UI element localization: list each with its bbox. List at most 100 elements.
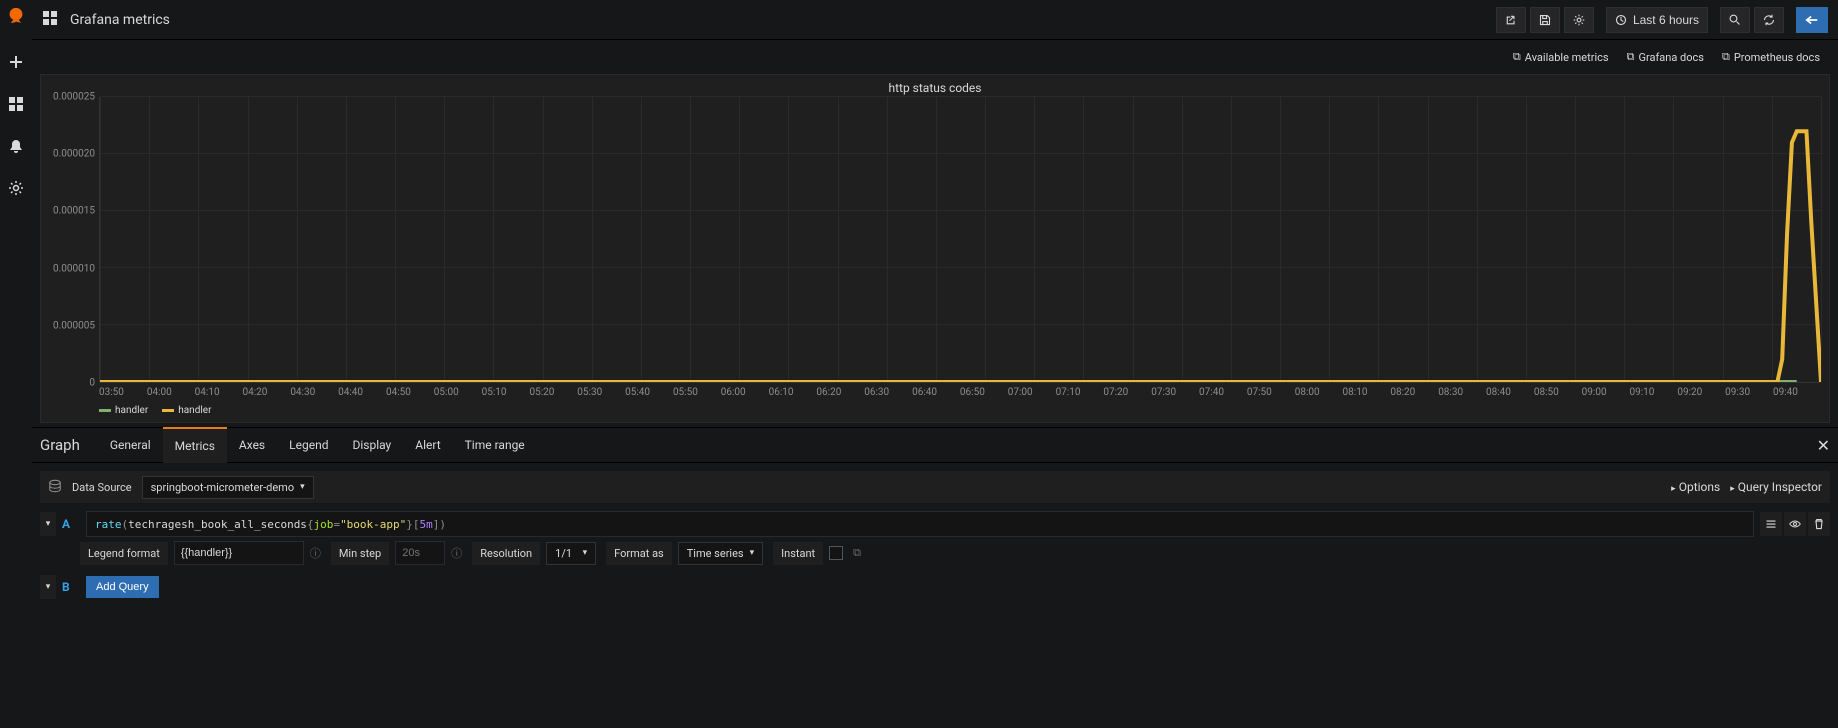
tab-alert[interactable]: Alert: [403, 427, 452, 463]
x-tick: 09:00: [1582, 387, 1630, 401]
query-inspector-button[interactable]: Query Inspector: [1730, 480, 1822, 494]
tab-general[interactable]: General: [98, 427, 163, 463]
legend-swatch: [99, 409, 111, 412]
chevron-down-icon: ▾: [300, 482, 305, 492]
settings-button[interactable]: [1564, 7, 1594, 33]
alerting-bell-icon[interactable]: [8, 138, 24, 154]
collapse-toggle[interactable]: ▾: [40, 512, 56, 536]
x-tick: 05:30: [577, 387, 625, 401]
left-sidebar: [0, 0, 32, 728]
query-row-a: ▾ A rate(techragesh_book_all_seconds{job…: [40, 511, 1830, 537]
info-icon[interactable]: ⓘ: [451, 545, 462, 561]
x-tick: 05:20: [529, 387, 577, 401]
tab-metrics[interactable]: Metrics: [163, 427, 227, 463]
chart-plot-area[interactable]: [99, 97, 1821, 383]
legend-label: handler: [178, 405, 211, 416]
x-tick: 08:30: [1438, 387, 1486, 401]
x-tick: 08:00: [1295, 387, 1343, 401]
x-tick: 07:50: [1247, 387, 1295, 401]
info-icon[interactable]: ⓘ: [310, 545, 321, 561]
available-metrics-link[interactable]: ⧉Available metrics: [1513, 50, 1609, 64]
x-tick: 04:40: [338, 387, 386, 401]
y-tick: 0.000020: [53, 149, 95, 160]
share-button[interactable]: [1496, 7, 1526, 33]
query-letter[interactable]: B: [62, 580, 80, 594]
add-query-button[interactable]: Add Query: [86, 576, 159, 598]
x-tick: 08:40: [1486, 387, 1534, 401]
query-options-row: Legend format ⓘ Min step ⓘ Resolution 1/…: [40, 541, 1830, 565]
toggle-text-edit-icon[interactable]: [1760, 512, 1782, 536]
prometheus-docs-link[interactable]: ⧉Prometheus docs: [1722, 50, 1820, 64]
dashboards-icon[interactable]: [8, 96, 24, 112]
datasource-row: Data Source springboot-micrometer-demo ▾…: [40, 471, 1830, 503]
editor-title: Graph: [40, 436, 80, 454]
tab-axes[interactable]: Axes: [227, 427, 277, 463]
options-toggle[interactable]: Options: [1671, 480, 1720, 494]
x-tick: 07:10: [1056, 387, 1104, 401]
resolution-select[interactable]: 1/1 ▾: [546, 542, 596, 565]
x-tick: 03:50: [99, 387, 147, 401]
y-tick: 0.000025: [53, 92, 95, 103]
instant-label: Instant: [773, 542, 823, 565]
x-tick: 08:10: [1343, 387, 1391, 401]
min-step-input[interactable]: [395, 541, 445, 565]
x-tick: 09:10: [1630, 387, 1678, 401]
dashboard-title[interactable]: Grafana metrics: [70, 12, 170, 28]
legend-format-input[interactable]: [174, 541, 304, 565]
x-tick: 07:30: [1151, 387, 1199, 401]
x-axis: 03:5004:0004:1004:2004:3004:4004:5005:00…: [41, 387, 1829, 401]
query-letter[interactable]: A: [62, 517, 80, 531]
editor-tabs: Graph GeneralMetricsAxesLegendDisplayAle…: [32, 427, 1838, 463]
tab-time-range[interactable]: Time range: [453, 427, 537, 463]
format-as-select[interactable]: Time series ▾: [678, 542, 763, 565]
clock-icon: [1615, 14, 1627, 26]
save-button[interactable]: [1530, 7, 1560, 33]
datasource-select[interactable]: springboot-micrometer-demo ▾: [142, 476, 314, 499]
legend-item[interactable]: handler: [99, 405, 148, 416]
time-range-button[interactable]: Last 6 hours: [1606, 7, 1708, 33]
x-tick: 08:50: [1534, 387, 1582, 401]
plus-icon[interactable]: [8, 54, 24, 70]
grafana-logo-icon[interactable]: [5, 6, 27, 28]
time-range-label: Last 6 hours: [1633, 13, 1699, 27]
y-tick: 0.000010: [53, 263, 95, 274]
instant-checkbox[interactable]: [829, 546, 843, 560]
legend-swatch: [162, 409, 174, 412]
x-tick: 04:00: [147, 387, 195, 401]
configuration-gear-icon[interactable]: [8, 180, 24, 196]
x-tick: 06:10: [769, 387, 817, 401]
collapse-toggle[interactable]: ▾: [40, 575, 56, 599]
y-tick: 0.000005: [53, 320, 95, 331]
refresh-button[interactable]: [1754, 7, 1784, 33]
x-tick: 09:40: [1773, 387, 1821, 401]
back-button[interactable]: [1796, 7, 1828, 33]
delete-query-icon[interactable]: [1808, 512, 1830, 536]
external-link-icon: ⧉: [1722, 50, 1730, 64]
x-tick: 09:30: [1725, 387, 1773, 401]
legend-label: handler: [115, 405, 148, 416]
min-step-label: Min step: [331, 542, 389, 565]
external-link-icon: ⧉: [1513, 50, 1521, 64]
panel-title[interactable]: http status codes: [41, 75, 1829, 97]
close-editor-button[interactable]: ✕: [1817, 436, 1830, 455]
x-tick: 04:20: [242, 387, 290, 401]
x-tick: 06:40: [912, 387, 960, 401]
x-tick: 08:20: [1390, 387, 1438, 401]
toggle-visibility-icon[interactable]: [1784, 512, 1806, 536]
tab-legend[interactable]: Legend: [277, 427, 340, 463]
topbar: Grafana metrics Last 6 hours: [32, 0, 1838, 40]
x-tick: 06:00: [721, 387, 769, 401]
external-link-icon[interactable]: ⧉: [853, 546, 861, 560]
x-tick: 06:20: [816, 387, 864, 401]
chevron-down-icon: ▾: [583, 548, 588, 558]
tab-display[interactable]: Display: [340, 427, 403, 463]
chart-legend: handler handler: [41, 401, 1829, 422]
query-expression-input[interactable]: rate(techragesh_book_all_seconds{job="bo…: [86, 511, 1754, 537]
x-tick: 04:50: [386, 387, 434, 401]
x-tick: 05:00: [434, 387, 482, 401]
zoom-out-button[interactable]: [1720, 7, 1750, 33]
dashboard-grid-icon[interactable]: [42, 10, 58, 29]
legend-item[interactable]: handler: [162, 405, 211, 416]
format-as-label: Format as: [606, 542, 672, 565]
grafana-docs-link[interactable]: ⧉Grafana docs: [1627, 50, 1704, 64]
